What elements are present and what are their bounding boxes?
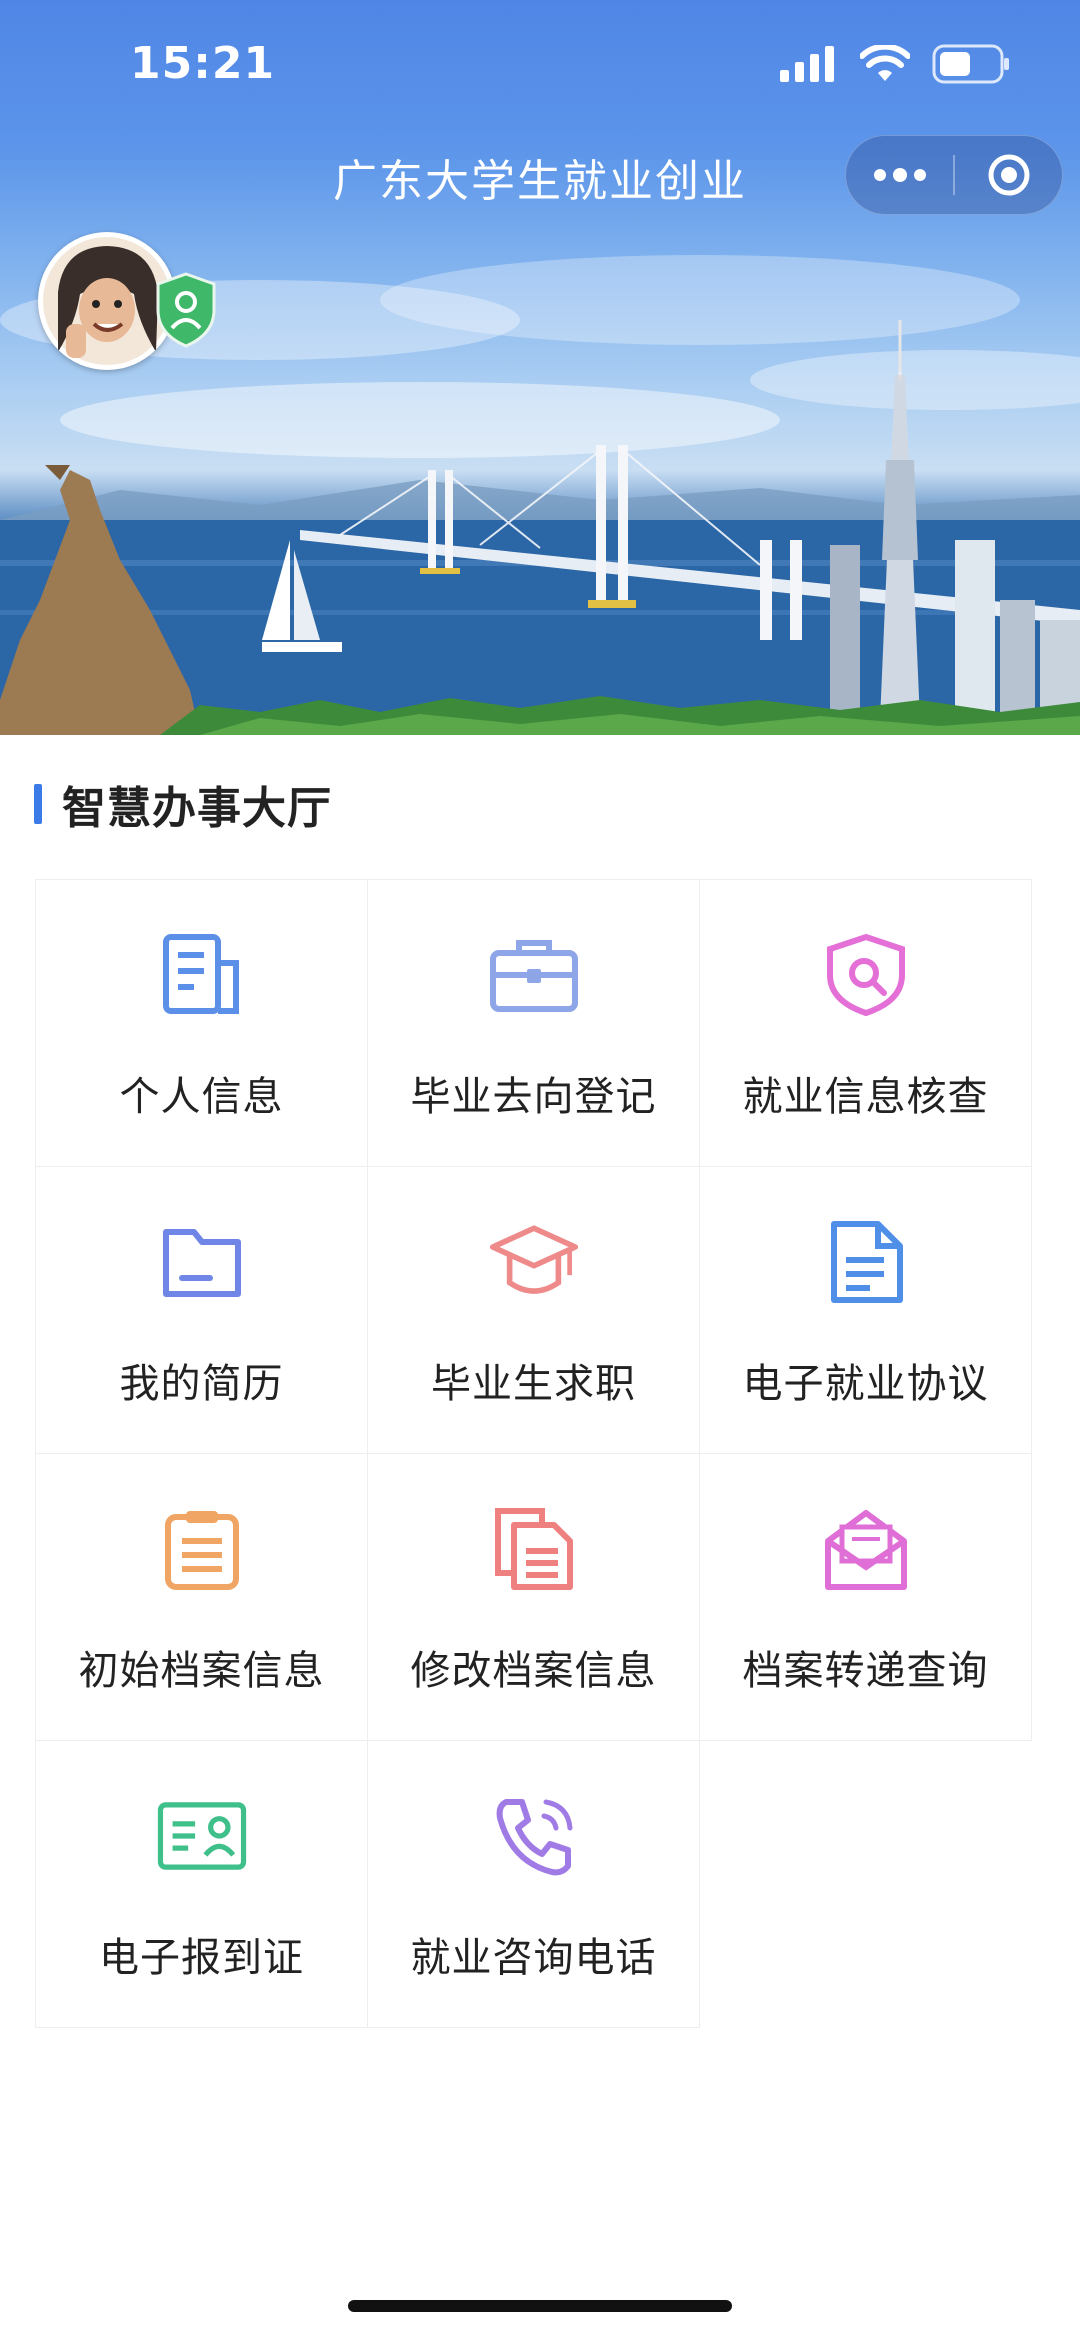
- more-button[interactable]: [846, 136, 953, 214]
- service-grid: 个人信息 毕业去向登记 就业信息核查 我的简历 毕业生求职 电子就业协议 初始档…: [35, 879, 1032, 2028]
- service-archive-transfer[interactable]: 档案转递查询: [699, 1453, 1032, 1741]
- mail-open-icon: [821, 1504, 911, 1594]
- service-e-registration-card[interactable]: 电子报到证: [35, 1740, 368, 2028]
- close-button[interactable]: [955, 136, 1062, 214]
- phone-call-icon: [489, 1791, 579, 1881]
- graduation-cap-icon: [489, 1217, 579, 1307]
- target-circle-icon: [988, 154, 1029, 196]
- service-consult-phone[interactable]: 就业咨询电话: [367, 1740, 700, 2028]
- service-label: 就业咨询电话: [410, 1935, 657, 1981]
- service-label: 毕业去向登记: [410, 1074, 657, 1120]
- service-my-resume[interactable]: 我的简历: [35, 1166, 368, 1454]
- mini-program-capsule: [845, 135, 1063, 215]
- document-icon: [157, 930, 247, 1020]
- hero-banner: 15:21 广东大学生就业创业: [0, 0, 1080, 735]
- briefcase-icon: [489, 930, 579, 1020]
- service-label: 个人信息: [119, 1074, 284, 1120]
- service-job-search[interactable]: 毕业生求职: [367, 1166, 700, 1454]
- home-indicator[interactable]: [348, 2300, 732, 2312]
- signal-icon: [780, 46, 834, 82]
- nav-bar: 广东大学生就业创业: [0, 135, 1080, 215]
- clipboard-icon: [157, 1504, 247, 1594]
- service-label: 初始档案信息: [78, 1648, 325, 1694]
- wifi-icon: [860, 45, 910, 81]
- shield-user-icon: [156, 272, 216, 348]
- service-graduate-destination[interactable]: 毕业去向登记: [367, 879, 700, 1167]
- service-e-agreement[interactable]: 电子就业协议: [699, 1166, 1032, 1454]
- verified-badge: [156, 272, 216, 352]
- shield-search-icon: [821, 930, 911, 1020]
- service-label: 我的简历: [119, 1361, 284, 1407]
- section-header: 智慧办事大厅: [34, 772, 332, 836]
- folder-icon: [157, 1217, 247, 1307]
- service-initial-archive[interactable]: 初始档案信息: [35, 1453, 368, 1741]
- service-label: 修改档案信息: [410, 1648, 657, 1694]
- section-accent-bar: [34, 784, 42, 824]
- copy-files-icon: [489, 1504, 579, 1594]
- service-label: 电子就业协议: [742, 1361, 989, 1407]
- service-label: 电子报到证: [99, 1935, 304, 1981]
- service-label: 就业信息核查: [742, 1074, 989, 1120]
- section-title: 智慧办事大厅: [62, 783, 332, 834]
- status-time: 15:21: [130, 38, 276, 89]
- battery-icon: [932, 44, 1009, 84]
- service-edit-archive[interactable]: 修改档案信息: [367, 1453, 700, 1741]
- file-text-icon: [821, 1217, 911, 1307]
- service-personal-info[interactable]: 个人信息: [35, 879, 368, 1167]
- service-employment-check[interactable]: 就业信息核查: [699, 879, 1032, 1167]
- status-bar: 15:21: [0, 0, 1080, 130]
- service-label: 毕业生求职: [431, 1361, 636, 1407]
- id-card-icon: [157, 1791, 247, 1881]
- service-label: 档案转递查询: [742, 1648, 989, 1694]
- more-dots-icon: [873, 168, 926, 182]
